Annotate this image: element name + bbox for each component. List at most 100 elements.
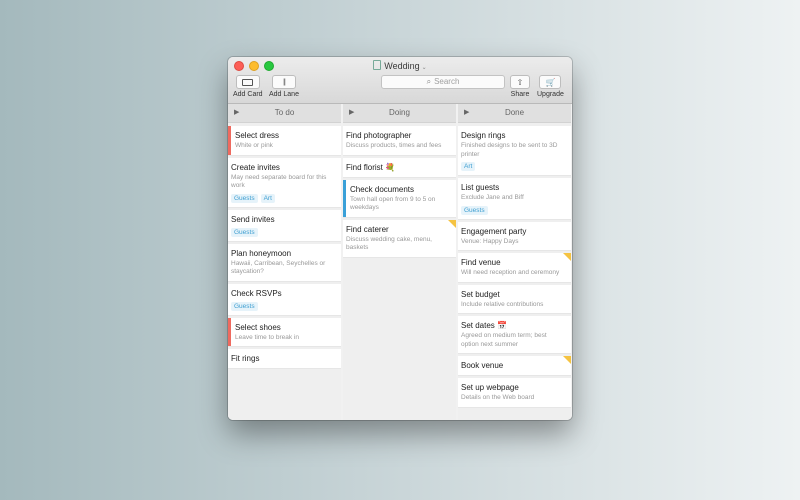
card[interactable]: Plan honeymoon Hawaii, Carribean, Seychel… <box>228 243 341 281</box>
tag-guests[interactable]: Guests <box>231 301 258 311</box>
cart-icon: 🛒 <box>545 77 556 87</box>
card-description: Discuss wedding cake, menu, baskets <box>346 235 432 252</box>
tag-guests[interactable]: Guests <box>461 205 488 215</box>
card-icon <box>242 78 254 86</box>
card-title: Find caterer <box>346 224 389 234</box>
card-title: Check documents <box>350 184 415 194</box>
title-chevron-down-icon: ⌄ <box>421 65 427 71</box>
add-lane-tool[interactable]: || Add Lane <box>269 75 299 98</box>
card[interactable]: Select dress White or pink <box>228 126 341 155</box>
card-title: Select shoes <box>235 322 281 332</box>
card[interactable]: Set budget Include relative contributions <box>458 284 571 313</box>
tag-art[interactable]: Art <box>461 162 476 171</box>
card-tags: Guests <box>231 227 335 237</box>
note-corner-icon <box>563 356 571 364</box>
card[interactable]: Find photographer Discuss products, times… <box>343 126 456 155</box>
card[interactable]: Find venue Will need reception and ceremo… <box>458 253 571 282</box>
lane-done: ▶ Done Design rings Finished designs to be … <box>458 104 571 420</box>
lane-doing: ▶ Doing Find photographer Discuss products,… <box>343 104 456 420</box>
add-card-button[interactable] <box>235 75 260 89</box>
card-title: Set budget <box>461 289 500 299</box>
card[interactable]: Engagement party Venue: Happy Days <box>458 221 571 250</box>
collapse-lane-triangle-icon[interactable]: ▶ <box>234 104 239 122</box>
card[interactable]: Check RSVPs Guests <box>228 283 341 315</box>
note-corner-icon <box>448 219 456 228</box>
card[interactable]: Send invites Guests <box>228 209 341 241</box>
card-title: List guests <box>461 183 500 192</box>
card-description: Finished designs to be sent to 3D printe… <box>461 142 558 158</box>
card-list: Find photographer Discuss products, times… <box>343 123 456 257</box>
card-title: Set up webpage <box>461 383 519 392</box>
card[interactable]: Fit rings <box>228 349 341 368</box>
upgrade-button[interactable]: 🛒 <box>539 75 562 89</box>
card[interactable]: Set dates 📅 Agreed on medium term; best o… <box>458 316 571 353</box>
window-title: Wedding <box>384 61 420 71</box>
card-description: Include relative contributions <box>461 300 544 308</box>
app-window: Wedding ⌄ Add Card || Add Lane ⌕ Search ⇧ … <box>228 57 572 420</box>
card-title: Find florist 💐 <box>346 162 396 172</box>
card-title: Select dress <box>235 131 280 140</box>
card-tags: Guests <box>231 301 335 311</box>
card[interactable]: Book venue <box>458 356 571 375</box>
card-title: Check RSVPs <box>231 288 282 298</box>
card[interactable]: Check documents Town hall open from 9 to … <box>343 179 456 217</box>
lane-to-do: ▶ To do Select dress White or pink Create in… <box>228 104 341 420</box>
card-description: Exclude Jane and Biff <box>461 194 524 201</box>
card[interactable]: Set up webpage Details on the Web board <box>458 378 571 407</box>
card-description: Leave time to break in <box>235 333 299 341</box>
share-button[interactable]: ⇧ <box>510 75 530 89</box>
card-title: Book venue <box>461 361 504 370</box>
lane-title: Done <box>504 108 525 117</box>
titlebar: Wedding ⌄ Add Card || Add Lane ⌕ Search ⇧ … <box>228 57 572 104</box>
lane-header[interactable]: ▶ To do <box>228 104 341 123</box>
search-placeholder: Search <box>434 77 460 86</box>
card-description: Will need reception and ceremony <box>461 269 560 276</box>
card[interactable]: Find florist 💐 <box>343 157 456 177</box>
window-title-group[interactable]: Wedding ⌄ <box>228 60 572 71</box>
card[interactable]: Design rings Finished designs to be sent … <box>458 126 571 175</box>
card-title: Set dates 📅 <box>461 321 507 330</box>
card-tags: Guests <box>461 205 565 215</box>
card-description: Town hall open from 9 to 5 on weekdays <box>350 195 436 212</box>
note-corner-icon <box>563 253 571 261</box>
card-list: Design rings Finished designs to be sent … <box>458 123 571 407</box>
add-lane-label: Add Lane <box>269 91 299 98</box>
card-title: Fit rings <box>231 354 260 363</box>
card[interactable]: Find caterer Discuss wedding cake, menu, … <box>343 219 456 257</box>
share-label: Share <box>510 91 530 98</box>
card-title: Design rings <box>461 131 506 140</box>
document-icon <box>373 60 382 70</box>
add-card-label: Add Card <box>233 91 263 98</box>
card-title: Find venue <box>461 258 501 267</box>
card-description: Venue: Happy Days <box>461 237 519 245</box>
card-description: White or pink <box>235 142 273 149</box>
card-tags: Art <box>461 162 565 171</box>
card-title: Send invites <box>231 214 275 224</box>
tag-art[interactable]: Art <box>260 193 275 203</box>
tag-guests[interactable]: Guests <box>231 227 258 237</box>
collapse-lane-triangle-icon[interactable]: ▶ <box>464 104 469 122</box>
card[interactable]: List guests Exclude Jane and Biff Guests <box>458 178 571 219</box>
share-tool[interactable]: ⇧ Share <box>510 75 530 98</box>
card[interactable]: Select shoes Leave time to break in <box>228 317 341 346</box>
card-title: Create invites <box>231 162 280 172</box>
collapse-lane-triangle-icon[interactable]: ▶ <box>349 104 354 122</box>
add-lane-button[interactable]: || <box>271 75 296 89</box>
lane-header[interactable]: ▶ Doing <box>343 104 456 123</box>
upgrade-label: Upgrade <box>537 91 564 98</box>
tag-guests[interactable]: Guests <box>231 193 258 203</box>
lane-header[interactable]: ▶ Done <box>458 104 571 123</box>
upgrade-tool[interactable]: 🛒 Upgrade <box>537 75 564 98</box>
card-description: Agreed on medium term; best option next … <box>461 332 547 348</box>
card[interactable]: Create invites May need separate board fo… <box>228 157 341 207</box>
lane-title: To do <box>274 108 295 117</box>
lanes-icon: || <box>283 78 285 86</box>
card-tags: Guests Art <box>231 193 335 203</box>
card-description: Discuss products, times and fees <box>346 142 442 149</box>
card-description: Details on the Web board <box>461 394 535 401</box>
add-card-tool[interactable]: Add Card <box>233 75 263 98</box>
board: ▶ To do Select dress White or pink Create in… <box>228 104 572 420</box>
card-description: May need separate board for this work <box>231 173 327 190</box>
card-title: Plan honeymoon <box>231 248 292 258</box>
search-field[interactable]: ⌕ Search <box>381 75 505 89</box>
